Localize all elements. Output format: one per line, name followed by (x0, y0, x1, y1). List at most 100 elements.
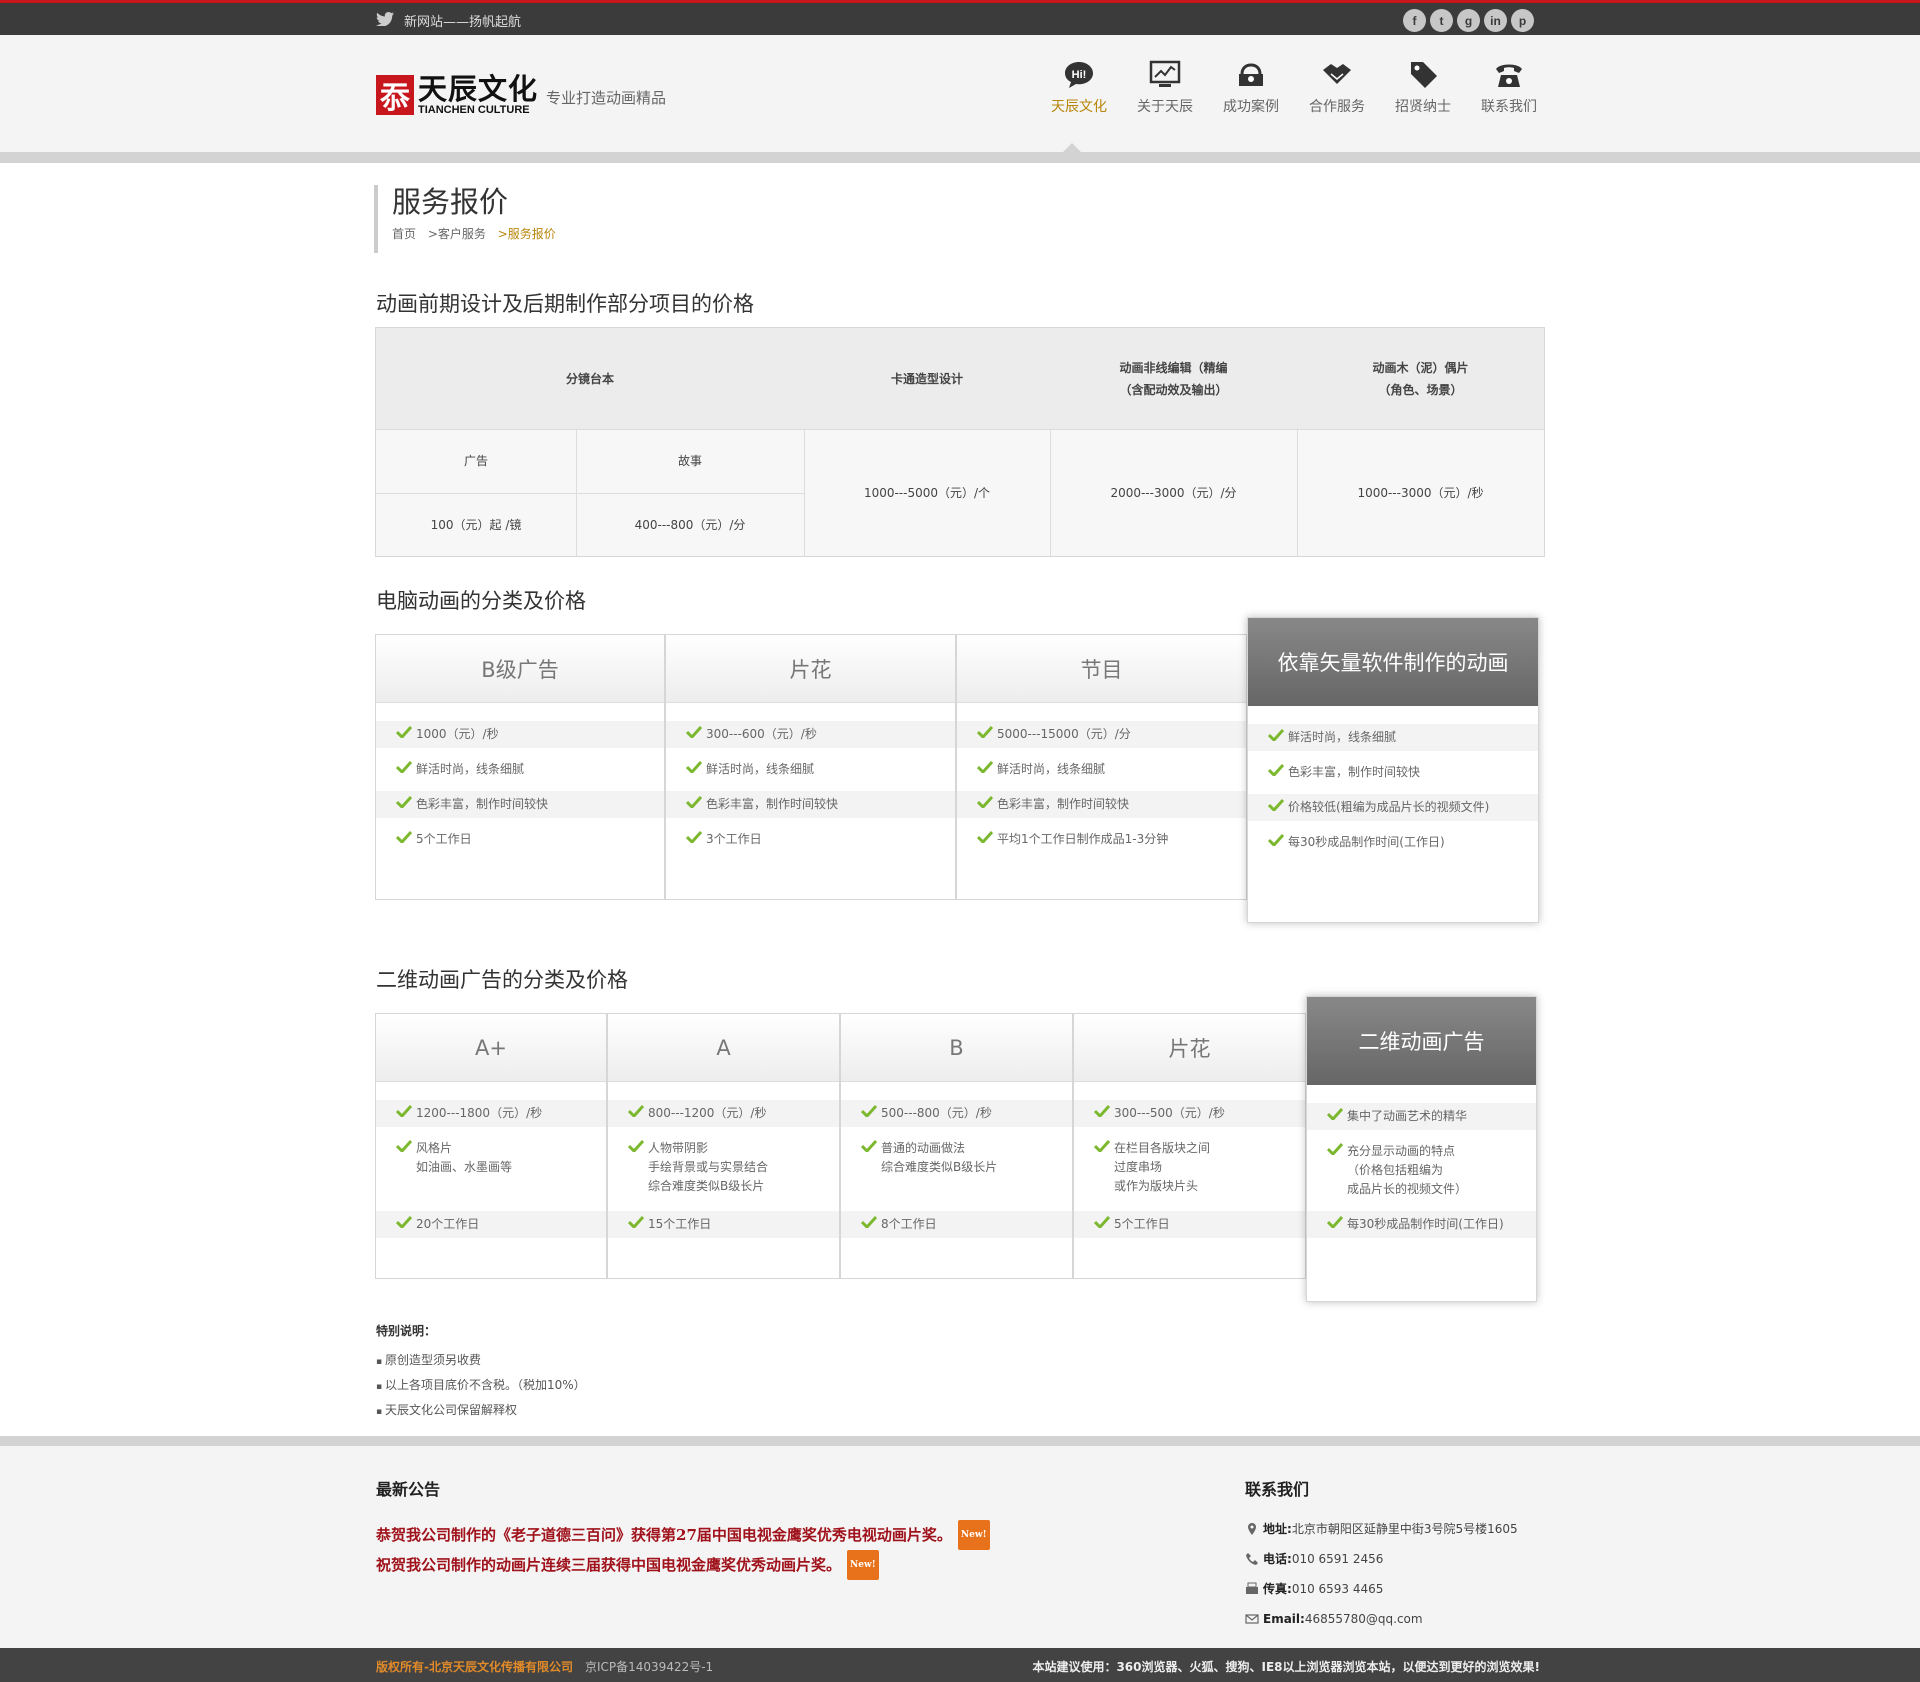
check-icon (1094, 1105, 1110, 1117)
page-title: 服务报价 (392, 185, 509, 219)
check-icon (686, 831, 702, 843)
check-icon (977, 726, 993, 738)
price-card-trailer-2d: 片花 300---500（元）/秒 在栏目各版块之间 过度串场 或作为版块片头 … (1073, 1013, 1306, 1279)
list-item: 风格片 如油画、水墨画等 (376, 1135, 606, 1181)
site-logo[interactable]: 忝 天辰文化 TIANCHEN CULTURE 专业打造动画精品 (376, 74, 666, 116)
list-item: 原创造型须另收费 (376, 1349, 586, 1374)
table-header: 动画非线编辑（精编 （含配动效及输出） (1050, 328, 1297, 429)
price-table: 分镜台本 卡通造型设计 动画非线编辑（精编 （含配动效及输出） 动画木（泥）偶片… (375, 327, 1545, 557)
news-item[interactable]: 祝贺我公司制作的动画片连续三届获得中国电视金鹰奖优秀动画片奖。 New! (376, 1550, 990, 1580)
check-icon (861, 1105, 877, 1117)
price-card-a: A 800---1200（元）/秒 人物带阴影 手绘背景或与实景结合 综合难度类… (607, 1013, 840, 1279)
table-header: 分镜台本 (376, 328, 804, 429)
check-icon (396, 831, 412, 843)
check-icon (1268, 834, 1284, 846)
breadcrumb-current: >服务报价 (497, 227, 556, 241)
card-title: 依靠矢量软件制作的动画 (1248, 618, 1538, 706)
list-item: 5个工作日 (1074, 1211, 1305, 1238)
list-item: 鲜活时尚，线条细腻 (666, 756, 955, 783)
phone-icon (1246, 1553, 1258, 1565)
list-item: 8个工作日 (841, 1211, 1072, 1238)
list-item: 20个工作日 (376, 1211, 606, 1238)
card-title: B (841, 1014, 1072, 1082)
contact-phone: 电话: 010 6591 2456 (1245, 1544, 1518, 1574)
logo-tagline: 专业打造动画精品 (546, 88, 667, 107)
new-badge: New! (847, 1550, 879, 1580)
list-item: 以上各项目底价不含税。（税加10%） (376, 1374, 586, 1399)
list-item: 500---800（元）/秒 (841, 1100, 1072, 1127)
contact-fax: 传真: 010 6593 4465 (1245, 1574, 1518, 1604)
check-icon (977, 831, 993, 843)
check-icon (861, 1140, 877, 1152)
social-links: f t g in p (1403, 9, 1534, 32)
copyright-bar: 版权所有-北京天辰文化传播有限公司 京ICP备14039422号-1 本站建议使用… (0, 1648, 1920, 1682)
list-item: 1200---1800（元）/秒 (376, 1100, 606, 1127)
copyright-text: 版权所有-北京天辰文化传播有限公司 (376, 1660, 573, 1674)
check-icon (686, 796, 702, 808)
section-title: 二维动画广告的分类及价格 (376, 968, 628, 992)
nav-item-about[interactable]: 关于天辰 (1122, 58, 1208, 116)
footer-news: 最新公告 恭贺我公司制作的《老子道德三百问》获得第27届中国电视金鹰奖优秀电视动… (376, 1476, 990, 1580)
list-item: 15个工作日 (608, 1211, 839, 1238)
list-item: 鲜活时尚，线条细腻 (376, 756, 664, 783)
card-title: B级广告 (376, 635, 664, 703)
check-icon (628, 1216, 644, 1228)
nav-item-home[interactable]: Hi! 天辰文化 (1036, 58, 1122, 116)
list-item: 鲜活时尚，线条细腻 (957, 756, 1246, 783)
nav-item-contact[interactable]: 联系我们 (1466, 58, 1552, 116)
pinterest-icon[interactable]: p (1511, 9, 1534, 32)
contact-email: Email: 46855780@qq.com (1245, 1604, 1518, 1634)
breadcrumb-home[interactable]: 首页 (392, 227, 416, 241)
linkedin-icon[interactable]: in (1484, 9, 1507, 32)
monitor-chart-icon (1149, 60, 1181, 87)
table-subheader: 广告 (376, 429, 576, 493)
list-item: 每30秒成品制作时间(工作日) (1248, 829, 1538, 856)
check-icon (396, 1140, 412, 1152)
check-icon (1094, 1216, 1110, 1228)
nav-item-cases[interactable]: 成功案例 (1208, 58, 1294, 116)
check-icon (396, 1105, 412, 1117)
list-item: 在栏目各版块之间 过度串场 或作为版块片头 (1074, 1135, 1305, 1200)
list-item: 天辰文化公司保留解释权 (376, 1399, 586, 1424)
list-item: 每30秒成品制作时间(工作日) (1307, 1211, 1536, 1238)
news-title: 最新公告 (376, 1480, 441, 1499)
list-item: 价格较低(粗编为成品片长的视频文件) (1248, 794, 1538, 821)
price-card-trailer: 片花 300---600（元）/秒 鲜活时尚，线条细腻 色彩丰富，制作时间较快 … (665, 634, 956, 900)
list-item: 人物带阴影 手绘背景或与实景结合 综合难度类似B级长片 (608, 1135, 839, 1200)
check-icon (1094, 1140, 1110, 1152)
breadcrumb: 首页 >客户服务 >服务报价 (392, 225, 564, 242)
twitter-bird-icon (376, 12, 394, 26)
facebook-icon[interactable]: f (1403, 9, 1426, 32)
google-plus-icon[interactable]: g (1457, 9, 1480, 32)
table-header: 动画木（泥）偶片 （角色、场景） (1297, 328, 1544, 429)
nav-item-services[interactable]: 合作服务 (1294, 58, 1380, 116)
check-icon (1327, 1108, 1343, 1120)
telephone-icon (1496, 64, 1522, 87)
list-item: 平均1个工作日制作成品1-3分钟 (957, 826, 1246, 853)
check-icon (1268, 799, 1284, 811)
check-icon (396, 796, 412, 808)
new-badge: New! (957, 1520, 990, 1550)
list-item: 300---600（元）/秒 (666, 721, 955, 748)
briefcase-icon (1239, 63, 1263, 86)
logo-name-en: TIANCHEN CULTURE (418, 104, 530, 116)
tag-icon (1411, 62, 1437, 88)
table-subheader: 故事 (576, 429, 804, 493)
check-icon (977, 796, 993, 808)
nav-label: 关于天辰 (1137, 99, 1193, 115)
mail-icon (1245, 1614, 1259, 1624)
nav-item-jobs[interactable]: 招贤纳士 (1380, 58, 1466, 116)
list-item: 1000（元）/秒 (376, 721, 664, 748)
fax-icon (1246, 1582, 1258, 1594)
breadcrumb-client-service[interactable]: >客户服务 (428, 227, 486, 241)
table-cell: 100（元）起 /镜 (376, 493, 576, 556)
list-item: 色彩丰富，制作时间较快 (376, 791, 664, 818)
icp-number[interactable]: 京ICP备14039422号-1 (585, 1660, 713, 1674)
browser-note: 本站建议使用：360浏览器、火狐、搜狗、IE8以上浏览器浏览本站，以便达到更好的… (1032, 1660, 1540, 1674)
twitter-icon[interactable]: t (1430, 9, 1453, 32)
nav-label: 联系我们 (1481, 99, 1537, 115)
news-item[interactable]: 恭贺我公司制作的《老子道德三百问》获得第27届中国电视金鹰奖优秀电视动画片奖。 N… (376, 1520, 990, 1550)
header (0, 35, 1920, 152)
list-item: 集中了动画艺术的精华 (1307, 1103, 1536, 1130)
table-header: 卡通造型设计 (804, 328, 1050, 429)
